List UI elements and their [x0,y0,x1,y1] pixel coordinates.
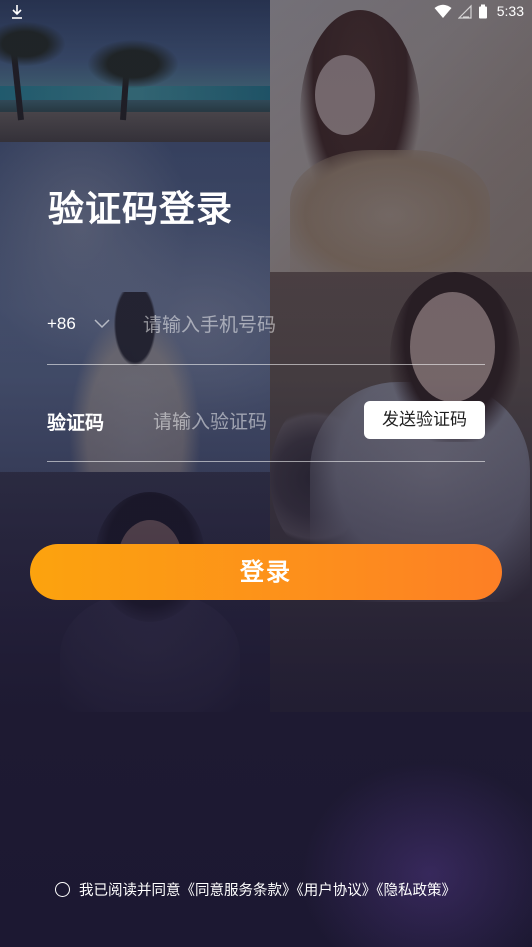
status-time: 5:33 [496,3,524,19]
signal-icon [458,4,472,19]
agreement-row: 我已阅读并同意《同意服务条款》《用户协议》《隐私政策》 [55,879,495,901]
country-code-selector[interactable]: +86 [47,314,76,334]
download-icon [12,5,22,19]
wifi-icon [434,4,452,18]
page-title: 验证码登录 [48,189,234,230]
user-agreement-link[interactable]: 《用户协议》 [297,883,377,899]
phone-input[interactable] [141,304,465,346]
phone-row: +86 [47,300,485,365]
login-screen: 5:33 验证码登录 +86 验证码 发送验证码 登录 我已阅读并同意《同意服务… [0,0,532,947]
battery-icon [479,4,487,19]
send-code-button[interactable]: 发送验证码 [364,401,485,439]
code-label: 验证码 [47,412,105,434]
code-row: 验证码 发送验证码 [47,398,485,462]
agreement-text: 我已阅读并同意《同意服务条款》《用户协议》《隐私政策》 [79,879,456,900]
status-bar: 5:33 [0,0,532,24]
privacy-policy-link[interactable]: 《隐私政策》 [376,883,456,899]
agreement-prefix: 我已阅读并同意 [79,883,181,899]
chevron-down-icon[interactable] [94,319,110,329]
background-glow [300,760,532,947]
code-input[interactable] [151,401,355,443]
login-button[interactable]: 登录 [30,544,502,600]
agreement-radio[interactable] [55,882,70,897]
terms-link[interactable]: 《同意服务条款》 [181,883,297,899]
